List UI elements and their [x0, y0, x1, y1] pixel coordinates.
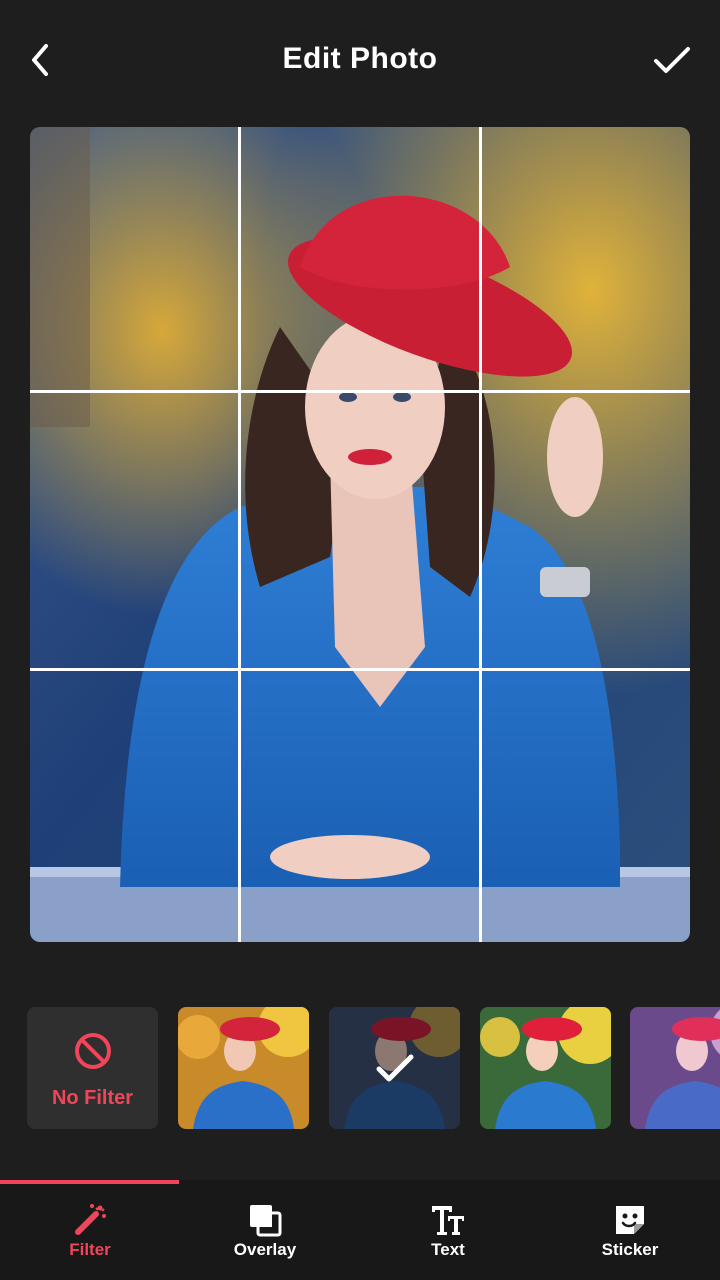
tab-filter[interactable]: Filter: [0, 1180, 180, 1280]
grid-line-vertical-1: [238, 127, 241, 942]
done-button[interactable]: [650, 38, 694, 82]
tab-overlay[interactable]: Overlay: [175, 1180, 355, 1280]
tab-label: Text: [431, 1240, 465, 1259]
filter-thumbnail-cool[interactable]: [329, 1007, 460, 1129]
filter-thumbnail-warm[interactable]: [178, 1007, 309, 1129]
filter-thumbnail-vivid[interactable]: [480, 1007, 611, 1129]
filter-strip: No Filter: [0, 1007, 720, 1129]
selected-overlay: [329, 1007, 460, 1129]
no-filter-button[interactable]: No Filter: [27, 1007, 158, 1129]
photo-canvas[interactable]: [30, 127, 690, 942]
text-icon: [432, 1206, 464, 1235]
page-title: Edit Photo: [282, 42, 438, 75]
grid-line-horizontal-2: [30, 668, 690, 671]
checkmark-icon: [654, 47, 690, 73]
sticker-icon: [616, 1206, 644, 1234]
tab-label: Overlay: [233, 1240, 297, 1259]
bottom-tab-bar: Filter Overlay Text Sticker: [0, 1180, 720, 1280]
grid-line-horizontal-1: [30, 390, 690, 393]
no-filter-label: No Filter: [51, 1087, 134, 1109]
filter-preview-image: [480, 1007, 611, 1129]
tab-label: Sticker: [601, 1240, 659, 1259]
grid-line-vertical-2: [479, 127, 482, 942]
prohibited-icon: [74, 1033, 111, 1069]
top-app-bar: Edit Photo: [0, 0, 720, 120]
filter-thumbnail-purple[interactable]: [630, 1007, 720, 1129]
checkmark-icon: [376, 1054, 414, 1082]
edited-photo: [30, 127, 690, 942]
tab-text[interactable]: Text: [358, 1180, 538, 1280]
magic-wand-icon: [75, 1204, 106, 1235]
tab-sticker[interactable]: Sticker: [540, 1180, 720, 1280]
tab-label: Filter: [69, 1240, 111, 1259]
filter-preview-image: [630, 1007, 720, 1129]
overlay-icon: [250, 1205, 282, 1237]
filter-preview-image: [178, 1007, 309, 1129]
